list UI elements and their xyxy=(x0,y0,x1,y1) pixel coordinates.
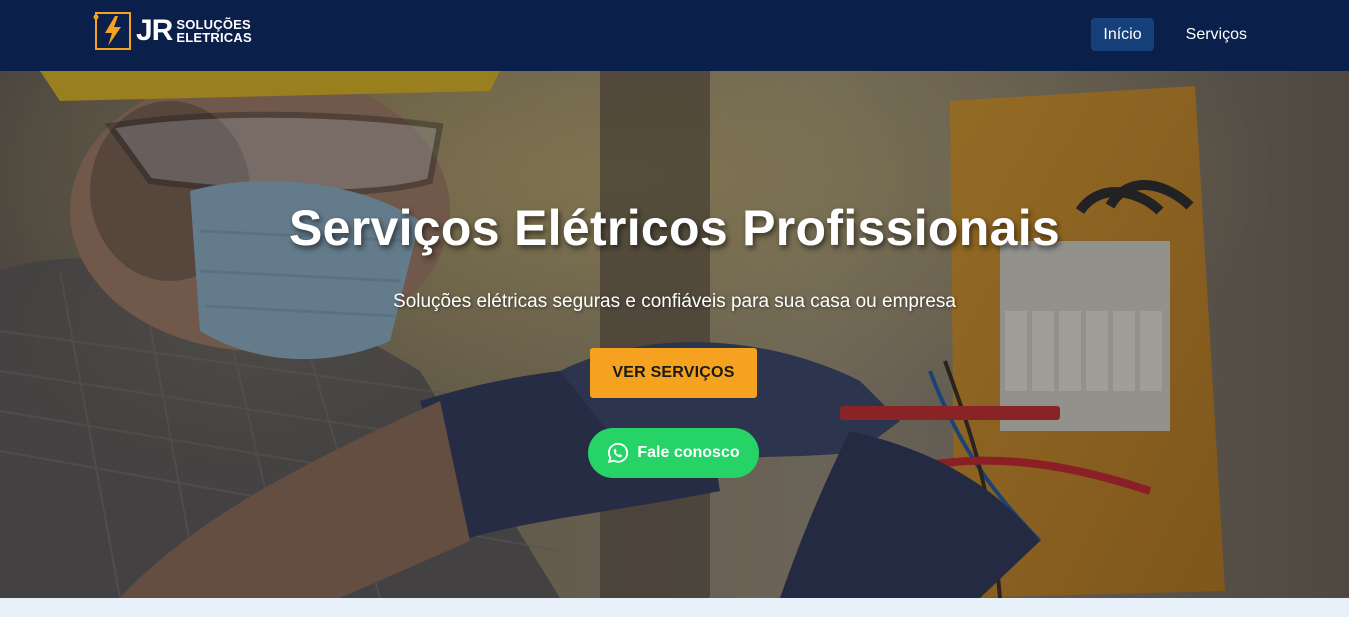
navbar: JR SOLUÇÕES ELETRICAS Início Serviços xyxy=(0,0,1349,71)
hero-overlay xyxy=(0,71,1349,598)
main-nav: Início Serviços xyxy=(1091,18,1259,51)
whatsapp-icon xyxy=(607,442,629,464)
logo-line2: ELETRICAS xyxy=(176,30,252,45)
lightning-bolt-icon xyxy=(93,11,133,51)
logo-wordmark: SOLUÇÕES ELETRICAS xyxy=(176,18,251,44)
logo-initials: JR xyxy=(136,14,173,47)
next-section-edge xyxy=(0,598,1349,617)
whatsapp-contact-button[interactable]: Fale conosco xyxy=(588,428,759,478)
nav-item-servicos[interactable]: Serviços xyxy=(1174,18,1259,51)
view-services-button[interactable]: VER SERVIÇOS xyxy=(590,348,757,398)
whatsapp-button-label: Fale conosco xyxy=(637,444,740,461)
brand-logo[interactable]: JR SOLUÇÕES ELETRICAS xyxy=(93,10,273,52)
hero-section: Serviços Elétricos Profissionais Soluçõe… xyxy=(0,71,1349,598)
hero-subtitle: Soluções elétricas seguras e confiáveis … xyxy=(393,291,956,312)
hero-title: Serviços Elétricos Profissionais xyxy=(288,200,1061,256)
nav-item-inicio[interactable]: Início xyxy=(1091,18,1154,51)
